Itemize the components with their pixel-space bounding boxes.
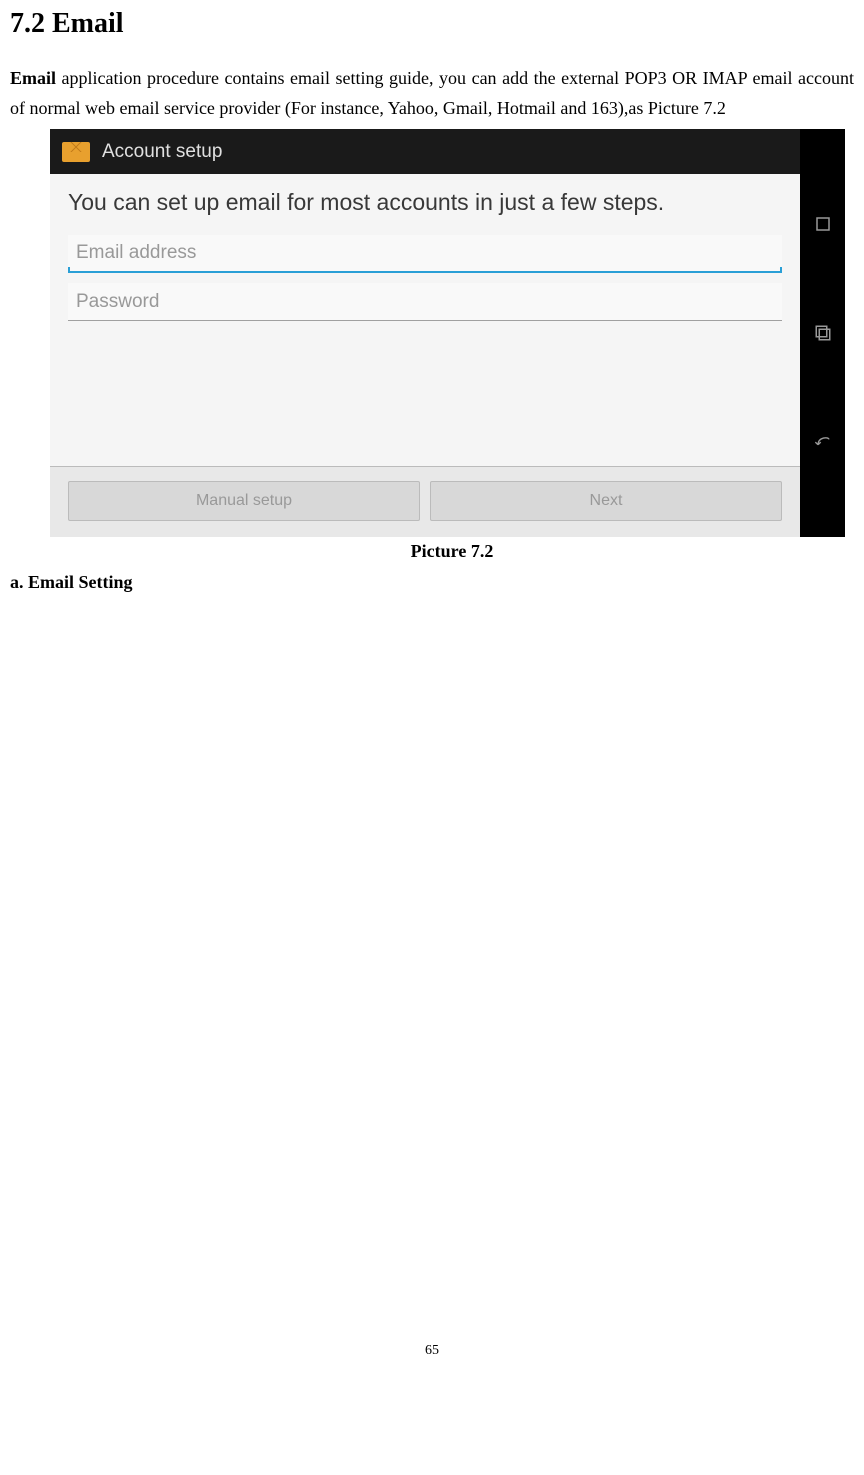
account-setup-screenshot: Account setup You can set up email for m… <box>50 129 845 537</box>
envelope-icon <box>62 142 90 162</box>
paragraph-rest: application procedure contains email set… <box>10 68 854 118</box>
intro-paragraph: Email application procedure contains ema… <box>10 64 854 123</box>
screen-main: Account setup You can set up email for m… <box>50 129 800 537</box>
home-outline-icon[interactable] <box>814 215 832 233</box>
figure-caption: Picture 7.2 <box>50 541 854 562</box>
password-field[interactable]: Password <box>68 283 782 321</box>
section-title: 7.2 Email <box>10 8 854 40</box>
email-setting-subheading: a. Email Setting <box>10 572 854 593</box>
back-icon[interactable] <box>814 434 832 452</box>
next-button[interactable]: Next <box>430 481 782 521</box>
button-row: Manual setup Next <box>50 466 800 537</box>
app-header-title: Account setup <box>102 141 222 163</box>
manual-setup-button[interactable]: Manual setup <box>68 481 420 521</box>
paragraph-lead: Email <box>10 68 56 88</box>
email-field[interactable]: Email address <box>68 235 782 273</box>
setup-intro-text: You can set up email for most accounts i… <box>50 174 800 235</box>
content-area: You can set up email for most accounts i… <box>50 174 800 537</box>
recent-apps-icon[interactable] <box>814 324 832 342</box>
figure-container: Account setup You can set up email for m… <box>50 129 854 562</box>
app-header-bar: Account setup <box>50 129 800 174</box>
page-number: 65 <box>10 1343 854 1359</box>
android-nav-bar <box>800 129 845 537</box>
